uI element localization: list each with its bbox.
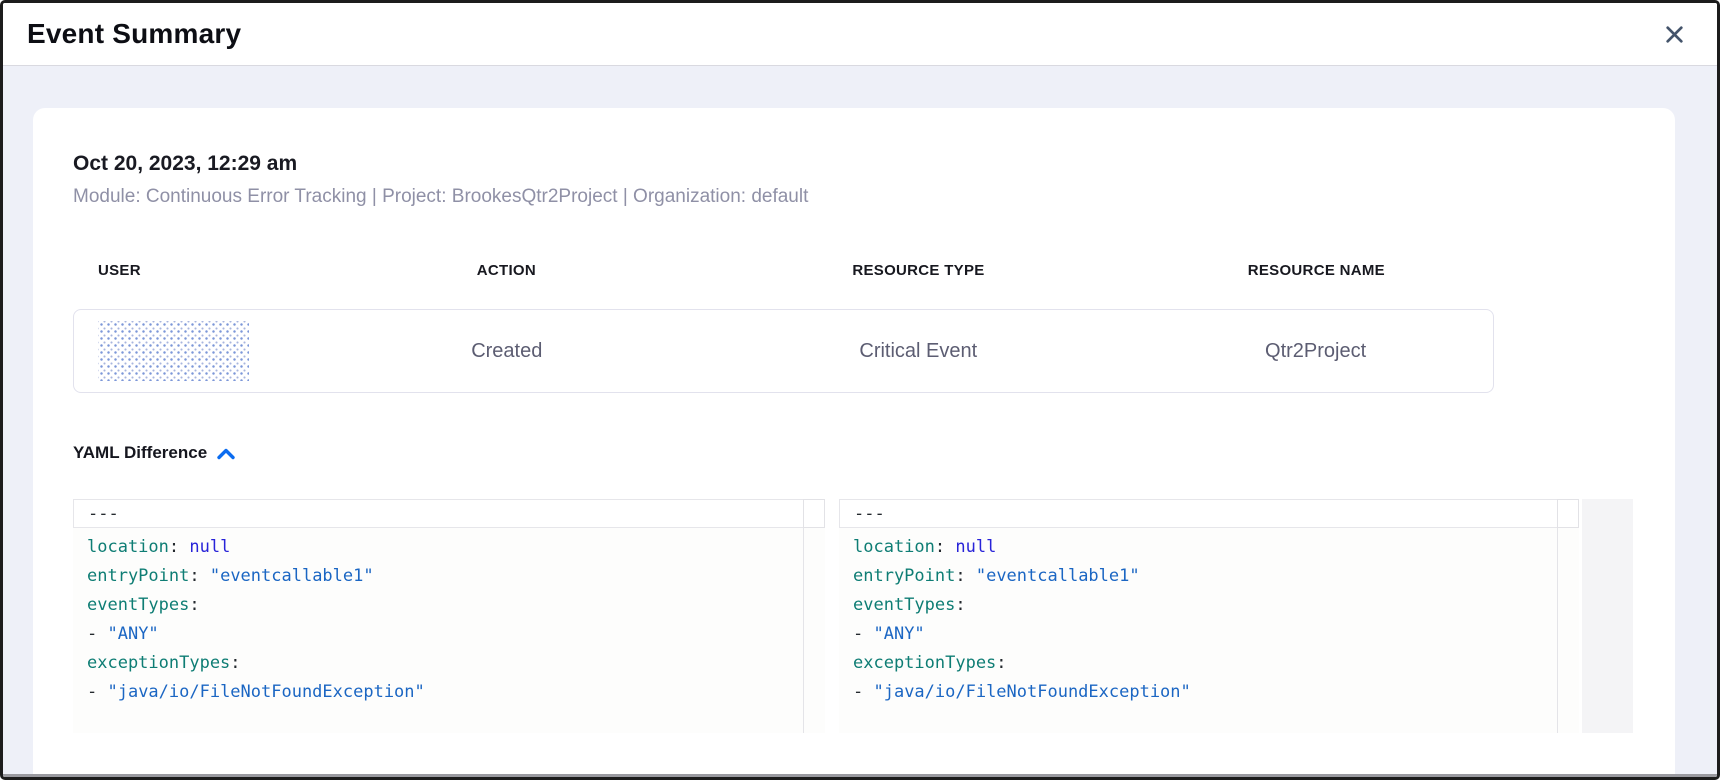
code-line: exceptionTypes: — [853, 649, 1579, 678]
resource-type-cell: Critical Event — [698, 340, 1138, 363]
resource-name-cell: Qtr2Project — [1138, 340, 1493, 363]
code-line: eventTypes: — [853, 591, 1579, 620]
code-line: location: null — [87, 533, 825, 562]
event-card: Oct 20, 2023, 12:29 am Module: Continuou… — [33, 108, 1675, 777]
event-meta: Module: Continuous Error Tracking | Proj… — [73, 186, 1635, 208]
audit-table-header: USER ACTION RESOURCE TYPE RESOURCE NAME — [73, 262, 1494, 279]
code-line-document-start: --- — [73, 499, 825, 528]
code-line: location: null — [853, 533, 1579, 562]
user-cell — [74, 321, 315, 381]
yaml-panel-left: --- location: nullentryPoint: "eventcall… — [73, 499, 825, 733]
yaml-diff-viewer: --- location: nullentryPoint: "eventcall… — [73, 499, 1635, 733]
scrollbar-track — [1557, 499, 1579, 733]
yaml-panel-right: --- location: nullentryPoint: "eventcall… — [839, 499, 1579, 733]
code-line: - "ANY" — [87, 620, 825, 649]
code-line: entryPoint: "eventcallable1" — [853, 562, 1579, 591]
redacted-user-pattern — [98, 321, 249, 381]
scrollbar-thumb[interactable] — [1557, 499, 1579, 528]
code-block: location: nullentryPoint: "eventcallable… — [73, 528, 825, 707]
modal-title: Event Summary — [27, 18, 241, 50]
chevron-up-icon[interactable] — [216, 447, 236, 461]
action-cell: Created — [315, 340, 698, 363]
close-icon — [1663, 23, 1686, 46]
close-button[interactable] — [1659, 19, 1689, 49]
code-block: location: nullentryPoint: "eventcallable… — [839, 528, 1579, 707]
yaml-difference-toggle[interactable]: YAML Difference — [73, 443, 236, 463]
column-header-user: USER — [73, 262, 315, 279]
code-line: entryPoint: "eventcallable1" — [87, 562, 825, 591]
column-header-action: ACTION — [315, 262, 699, 279]
scrollbar-thumb[interactable] — [803, 499, 825, 528]
modal-body: Oct 20, 2023, 12:29 am Module: Continuou… — [3, 66, 1717, 777]
event-timestamp: Oct 20, 2023, 12:29 am — [73, 152, 1635, 176]
code-line: - "ANY" — [853, 620, 1579, 649]
yaml-difference-label: YAML Difference — [73, 443, 207, 463]
screenshot-frame: Event Summary Oct 20, 2023, 12:29 am Mod… — [0, 0, 1720, 780]
code-line-document-start: --- — [839, 499, 1579, 528]
scrollbar-track — [803, 499, 825, 733]
modal-header: Event Summary — [3, 3, 1717, 66]
audit-table: USER ACTION RESOURCE TYPE RESOURCE NAME … — [73, 262, 1494, 393]
column-header-resource-name: RESOURCE NAME — [1139, 262, 1494, 279]
column-header-resource-type: RESOURCE TYPE — [698, 262, 1139, 279]
code-line: eventTypes: — [87, 591, 825, 620]
code-line: - "java/io/FileNotFoundException" — [87, 678, 825, 707]
code-line: exceptionTypes: — [87, 649, 825, 678]
overview-scrollbar-track — [1582, 499, 1633, 733]
table-row: Created Critical Event Qtr2Project — [73, 309, 1494, 393]
code-line: - "java/io/FileNotFoundException" — [853, 678, 1579, 707]
